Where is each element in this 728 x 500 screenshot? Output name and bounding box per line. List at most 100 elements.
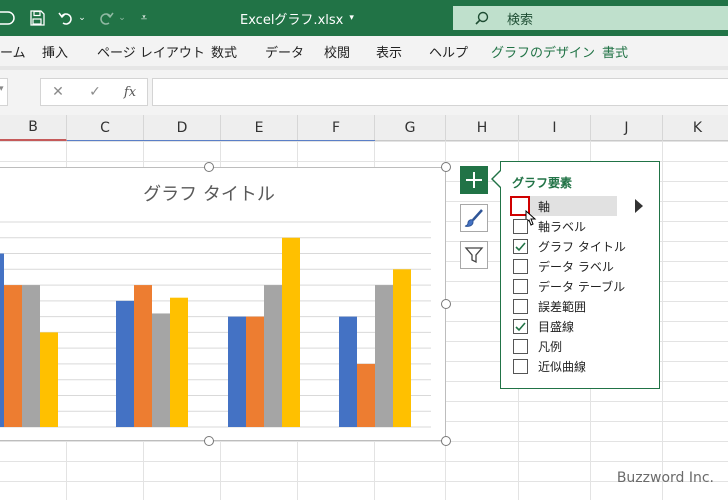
title-dropdown-icon[interactable]: ▾ <box>349 13 354 23</box>
redo-icon <box>100 12 114 25</box>
undo-button[interactable] <box>56 0 76 36</box>
tab-data[interactable]: データ <box>265 36 304 66</box>
checkmark-icon <box>515 241 526 251</box>
checkmark-icon <box>515 321 526 331</box>
search-box[interactable]: 検索 <box>453 6 728 30</box>
element-data-table[interactable]: データ テーブル <box>513 276 625 296</box>
chart-elements-button[interactable] <box>460 166 488 194</box>
chart-styles-button[interactable] <box>460 204 488 232</box>
formula-input[interactable] <box>152 78 728 106</box>
column-header-d[interactable]: D <box>144 115 221 141</box>
legend-checkbox[interactable] <box>513 338 528 354</box>
tab-format[interactable]: 書式 <box>602 36 628 66</box>
resize-handle-right[interactable] <box>441 299 451 309</box>
redo-button[interactable] <box>96 0 116 36</box>
chart-area[interactable]: グラフ タイトル <box>0 167 446 441</box>
element-legend[interactable]: 凡例 <box>513 336 617 356</box>
tab-insert[interactable]: 挿入 <box>42 36 68 66</box>
document-title-text: Excelグラフ.xlsx <box>240 12 344 28</box>
element-label: データ ラベル <box>538 259 614 274</box>
brush-icon <box>464 209 483 227</box>
chart-title-checkbox[interactable] <box>513 238 528 254</box>
resize-handle-bottom[interactable] <box>204 436 214 446</box>
name-box-dropdown-icon[interactable]: ▾ <box>0 84 4 94</box>
data-labels-checkbox[interactable] <box>513 258 528 274</box>
chart-bar[interactable] <box>40 332 58 427</box>
column-header-j[interactable]: J <box>591 115 663 141</box>
column-header-f[interactable]: F <box>298 115 375 141</box>
element-label: 凡例 <box>538 339 563 354</box>
gridlines-checkbox[interactable] <box>513 318 528 334</box>
column-header-g[interactable]: G <box>375 115 446 141</box>
chart-bar[interactable] <box>0 253 4 427</box>
chart-bar[interactable] <box>393 269 411 427</box>
element-label: データ テーブル <box>538 279 626 294</box>
data-table-checkbox[interactable] <box>513 278 528 294</box>
tab-help[interactable]: ヘルプ <box>429 36 468 66</box>
resize-handle-bottom-right[interactable] <box>441 436 451 446</box>
search-label: 検索 <box>507 12 534 28</box>
column-label: G <box>404 120 416 136</box>
tab-chart-design[interactable]: グラフのデザイン <box>491 36 595 66</box>
tab-label: ページ レイアウト <box>97 45 205 61</box>
chart-bar[interactable] <box>152 313 170 427</box>
column-header-h[interactable]: H <box>446 115 519 141</box>
chart-filters-button[interactable] <box>460 241 488 269</box>
tab-label: ーム <box>0 45 26 61</box>
chart-bar[interactable] <box>4 285 22 427</box>
insert-function-button[interactable]: fx <box>118 80 142 104</box>
plus-icon <box>466 172 482 188</box>
chart-bar[interactable] <box>228 316 246 427</box>
chart-bar[interactable] <box>264 285 282 427</box>
tab-label: 挿入 <box>42 45 69 61</box>
axis-titles-checkbox[interactable] <box>513 218 528 234</box>
save-button[interactable] <box>26 0 48 36</box>
element-data-labels[interactable]: データ ラベル <box>513 256 617 276</box>
column-label: B <box>28 119 38 135</box>
resize-handle-top-right[interactable] <box>441 162 451 172</box>
element-axis-titles[interactable]: 軸ラベル <box>513 216 617 236</box>
chart-bar[interactable] <box>116 300 134 427</box>
tab-page-layout[interactable]: ページ レイアウト <box>97 36 205 66</box>
chart-bar[interactable] <box>246 316 264 427</box>
panel-title: グラフ要素 <box>512 176 573 190</box>
chart-bar[interactable] <box>339 316 357 427</box>
grid-line <box>662 141 663 500</box>
chart-bar[interactable] <box>22 285 40 427</box>
title-bar: ⌄ ⌄ ⩡ Excelグラフ.xlsx ▾ 検索 <box>0 0 728 36</box>
autosave-icon <box>0 11 15 25</box>
element-label: 近似曲線 <box>538 359 587 374</box>
axes-submenu-arrow-icon[interactable] <box>635 199 643 213</box>
element-error-bars[interactable]: 誤差範囲 <box>513 296 617 316</box>
tab-label: 書式 <box>602 45 629 61</box>
column-header-c[interactable]: C <box>67 115 144 141</box>
chart-bar[interactable] <box>134 285 152 427</box>
tab-view[interactable]: 表示 <box>376 36 402 66</box>
tab-review[interactable]: 校閲 <box>324 36 350 66</box>
error-bars-checkbox[interactable] <box>513 298 528 314</box>
cancel-icon[interactable]: ✕ <box>46 80 70 104</box>
undo-dropdown-icon[interactable]: ⌄ <box>77 0 87 36</box>
chart-bar[interactable] <box>170 297 188 427</box>
chart-bar[interactable] <box>282 237 300 427</box>
chart-bar[interactable] <box>357 363 375 427</box>
column-header-k[interactable]: K <box>663 115 728 141</box>
trendline-checkbox[interactable] <box>513 358 528 374</box>
name-box[interactable]: ▾ <box>0 78 8 106</box>
customize-qat-icon[interactable]: ⩡ <box>137 0 151 36</box>
element-chart-title[interactable]: グラフ タイトル <box>513 236 626 256</box>
redo-dropdown-icon[interactable]: ⌄ <box>117 0 127 36</box>
column-header-i[interactable]: I <box>519 115 591 141</box>
autosave-toggle[interactable] <box>0 0 18 36</box>
chart-bar[interactable] <box>375 285 393 427</box>
column-header-b[interactable]: B <box>0 115 67 141</box>
column-label: I <box>552 120 557 136</box>
resize-handle-top[interactable] <box>204 162 214 172</box>
element-trendline[interactable]: 近似曲線 <box>513 356 617 376</box>
enter-icon[interactable]: ✓ <box>83 80 107 104</box>
column-header-e[interactable]: E <box>221 115 298 141</box>
tab-home[interactable]: ーム <box>0 36 26 66</box>
tab-formulas[interactable]: 数式 <box>211 36 237 66</box>
column-label: K <box>692 120 703 136</box>
element-gridlines[interactable]: 目盛線 <box>513 316 617 336</box>
